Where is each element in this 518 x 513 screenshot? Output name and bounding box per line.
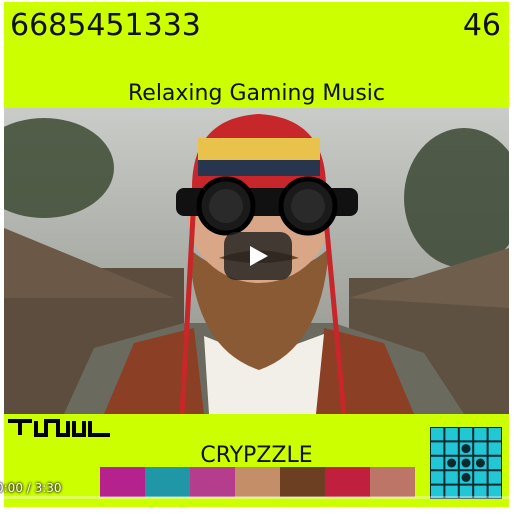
time-display: 0:00 / 3:30 [0,481,62,495]
color-swatch [325,467,370,497]
color-swatch [100,467,145,497]
color-swatch [235,467,280,497]
grid-puzzle-icon [430,427,502,499]
play-icon [250,246,268,266]
score-counter: 6685451333 [10,8,201,43]
video-thumbnail[interactable] [4,108,509,414]
video-title: Relaxing Gaming Music [127,81,386,106]
player-frame: 6685451333 46 Relaxing Gaming Music CRYP… [0,0,512,508]
color-swatch [370,467,415,497]
color-swatch [145,467,190,497]
play-button[interactable] [224,232,292,280]
video-canvas: 6685451333 46 Relaxing Gaming Music CRYP… [4,2,509,507]
color-swatch [280,467,325,497]
level-counter: 46 [462,8,501,43]
brand-logo [8,419,110,437]
color-swatch-row [100,467,415,497]
progress-bar[interactable] [4,496,509,499]
color-swatch [190,467,235,497]
